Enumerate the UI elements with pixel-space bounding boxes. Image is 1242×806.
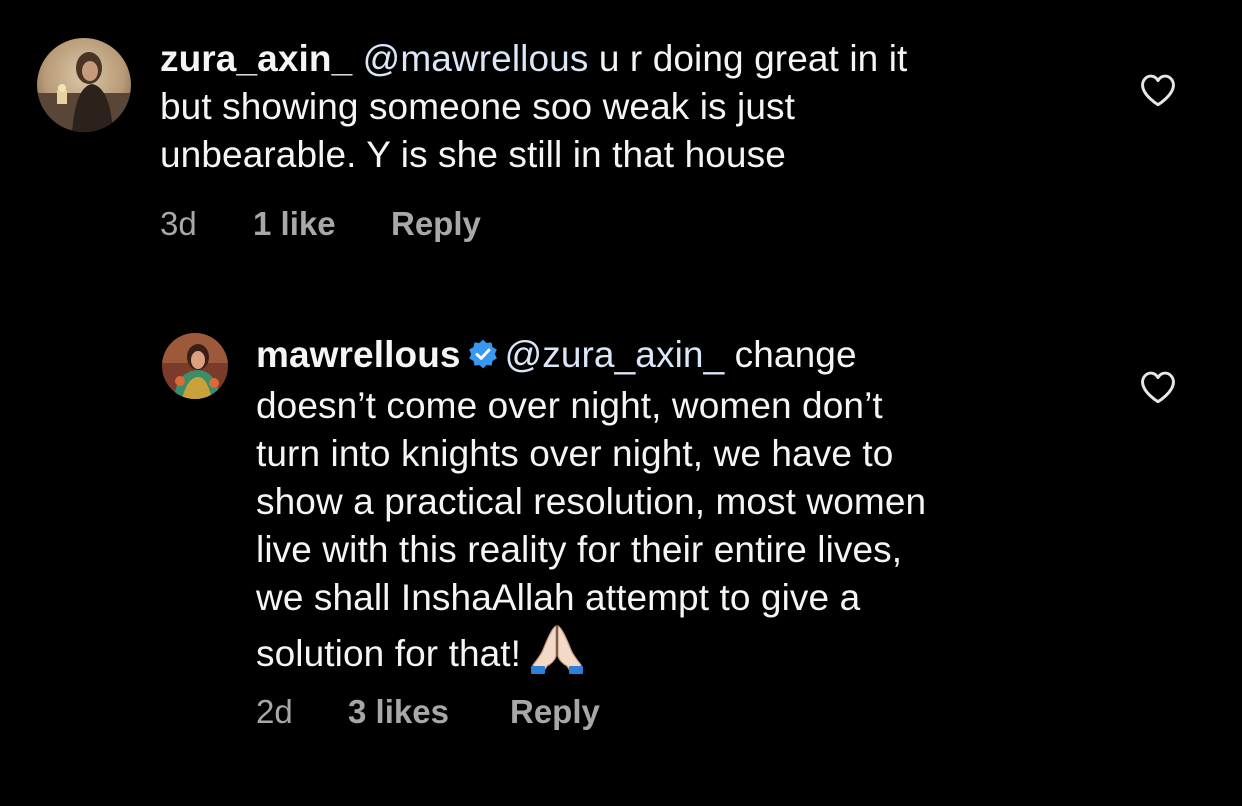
folded-hands-icon: [529, 622, 585, 686]
comment-meta: 3d 1 like Reply: [160, 204, 481, 244]
comment-line: but showing someone soo weak is just: [160, 86, 796, 127]
comment-text: solution for that!: [256, 633, 522, 674]
comment-line: show a practical resolution, most women: [256, 481, 927, 522]
avatar[interactable]: [37, 38, 131, 132]
verified-badge-icon: [467, 334, 499, 382]
mention-link[interactable]: @zura_axin_: [505, 334, 725, 375]
comment-line: solution for that!: [256, 622, 1156, 686]
comment-meta: 2d 3 likes Reply: [256, 692, 600, 732]
comment-line: mawrellous @zura_axin_ change: [256, 331, 1156, 382]
reply-button[interactable]: Reply: [510, 693, 600, 731]
comments-screen: zura_axin_ @mawrellous u r doing great i…: [0, 0, 1242, 806]
comment-line: doesn’t come over night, women don’t: [256, 385, 883, 426]
comment-line: we shall InshaAllah attempt to give a: [256, 577, 861, 618]
comment-text: u r doing great in it: [588, 38, 908, 79]
reply-button[interactable]: Reply: [391, 205, 481, 243]
like-heart-icon[interactable]: [1139, 370, 1177, 404]
comment-body: mawrellous @zura_axin_ change doesn’t co…: [256, 331, 1156, 686]
comment-body: zura_axin_ @mawrellous u r doing great i…: [160, 35, 1110, 179]
timestamp: 2d: [256, 693, 293, 730]
avatar[interactable]: [162, 333, 228, 399]
comment-text: change: [724, 334, 857, 375]
timestamp: 3d: [160, 205, 197, 242]
comment-line: live with this reality for their entire …: [256, 529, 903, 570]
like-heart-icon[interactable]: [1139, 73, 1177, 107]
comment-line: zura_axin_ @mawrellous u r doing great i…: [160, 35, 1110, 83]
username[interactable]: zura_axin_: [160, 38, 352, 79]
likes-count[interactable]: 1 like: [253, 205, 391, 243]
comment-line: turn into knights over night, we have to: [256, 433, 894, 474]
mention-link[interactable]: @mawrellous: [363, 38, 589, 79]
likes-count[interactable]: 3 likes: [348, 693, 510, 731]
comment-line: unbearable. Y is she still in that house: [160, 134, 786, 175]
username[interactable]: mawrellous: [256, 334, 461, 375]
